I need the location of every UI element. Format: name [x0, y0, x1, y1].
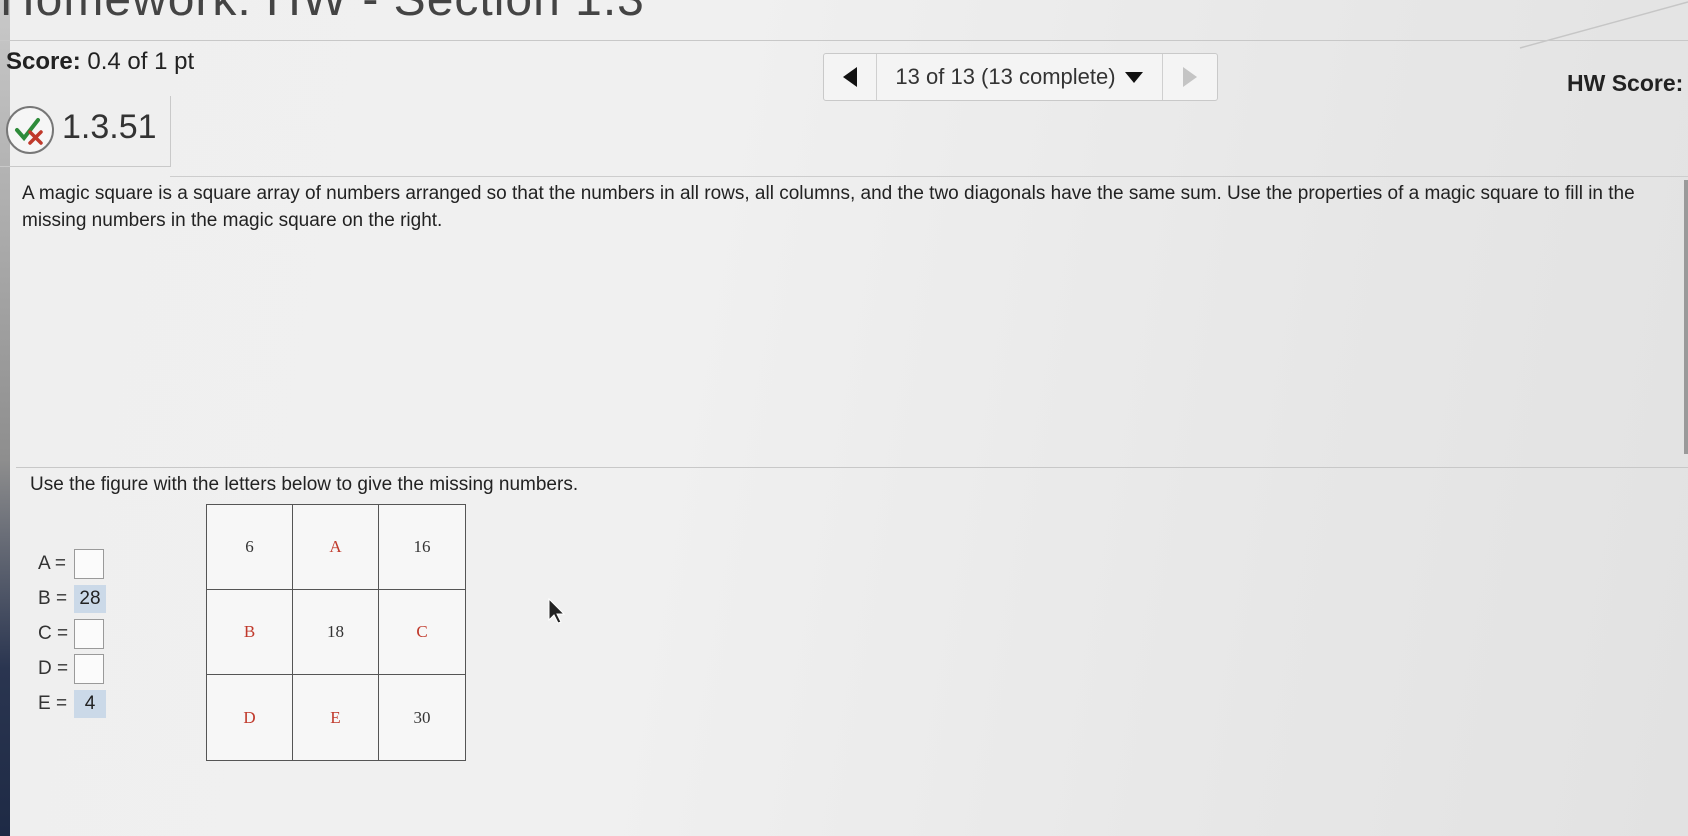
- next-question-button[interactable]: [1163, 54, 1217, 100]
- question-navigator: 13 of 13 (13 complete): [823, 53, 1218, 101]
- score-label: Score:: [6, 48, 81, 75]
- answer-row-c: C =: [38, 616, 106, 651]
- triangle-right-icon: [1183, 67, 1197, 87]
- score-value: 0.4 of 1 pt: [87, 48, 195, 75]
- question-selector-dropdown[interactable]: 13 of 13 (13 complete): [877, 54, 1163, 100]
- answer-label: A =: [38, 552, 66, 574]
- answer-row-e: E = 4: [38, 686, 106, 721]
- magic-square-cell: 30: [413, 707, 431, 727]
- magic-square-cell: 16: [379, 505, 465, 590]
- scrollbar[interactable]: [1684, 180, 1688, 454]
- instruction-text: Use the figure with the letters below to…: [30, 474, 579, 495]
- answer-list: A = B = 28 C = D = E = 4: [38, 546, 106, 721]
- partial-credit-icon: [6, 106, 54, 154]
- question-divider: [170, 176, 1688, 177]
- answer-row-d: D =: [38, 651, 106, 686]
- hw-score-label: HW Score:: [1567, 70, 1684, 96]
- answer-input-e[interactable]: 4: [74, 689, 106, 718]
- magic-square-cell: B: [207, 590, 293, 675]
- question-text: A magic square is a square array of numb…: [22, 183, 1635, 231]
- section-divider: [16, 467, 1688, 468]
- top-divider: [0, 40, 1688, 41]
- magic-square-cell: A: [293, 505, 379, 590]
- previous-question-button[interactable]: [824, 54, 877, 100]
- magic-square-cell: C: [379, 590, 465, 675]
- answer-label: B =: [38, 587, 68, 609]
- assignment-title: Homework: HW - Section 1.3: [0, 0, 645, 27]
- triangle-left-icon: [843, 67, 857, 87]
- answer-row-b: B = 28: [38, 581, 106, 616]
- answer-input-c[interactable]: [74, 618, 104, 649]
- answer-label: C =: [38, 622, 69, 644]
- magic-square-cell: D: [207, 675, 293, 760]
- answer-input-b[interactable]: 28: [74, 584, 106, 613]
- mouse-pointer-icon: [548, 598, 566, 624]
- answer-label: D =: [38, 657, 69, 679]
- question-id: 1.3.51: [62, 108, 157, 146]
- answer-label: E =: [38, 692, 68, 714]
- score: Score: 0.4 of 1 pt: [6, 48, 194, 76]
- answer-input-a[interactable]: [74, 548, 104, 579]
- page: Homework: HW - Section 1.3 Score: 0.4 of…: [0, 0, 1688, 836]
- magic-square: 6 A 16 B 18 C D E 30: [206, 504, 466, 761]
- magic-square-cell: 6: [207, 505, 293, 590]
- check-x-icon: [15, 118, 43, 145]
- triangle-down-icon: [1124, 72, 1143, 83]
- question-position: 13 of 13 (13 complete): [895, 64, 1116, 89]
- magic-square-cell: E: [293, 675, 379, 760]
- corner-line: [1519, 1, 1688, 49]
- answer-row-a: A =: [38, 546, 106, 581]
- magic-square-cell: 18: [293, 590, 379, 675]
- answer-input-d[interactable]: [74, 653, 104, 684]
